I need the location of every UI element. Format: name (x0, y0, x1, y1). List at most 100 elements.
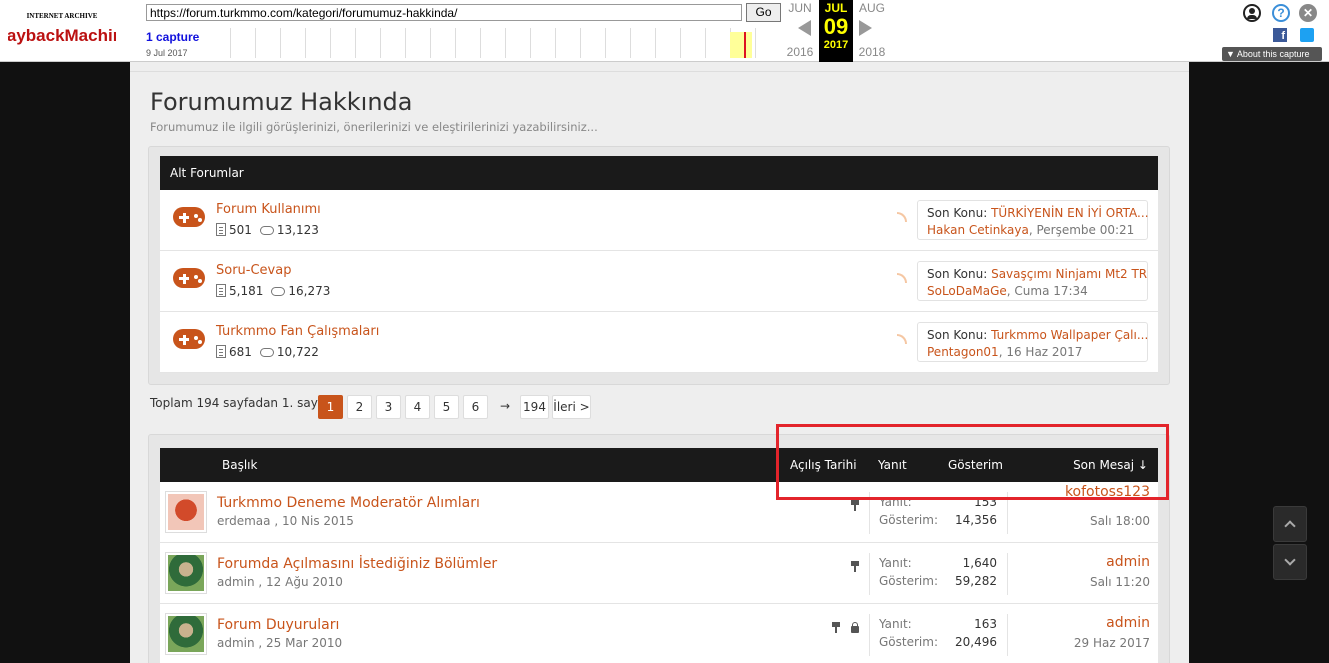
scroll-up-button[interactable] (1273, 506, 1307, 542)
current-day: 09 (823, 14, 849, 39)
thread-count: 681 (229, 345, 252, 359)
avatar[interactable] (165, 552, 207, 594)
threads-icon (216, 345, 226, 358)
svg-text:WaybackMachine: WaybackMachine (8, 26, 116, 45)
subforum-row: Soru-Cevap 5,181 16,273 Son Konu: Savaşçı… (160, 251, 1158, 312)
lock-icon (851, 622, 859, 633)
captures-link[interactable]: 1 capture (146, 30, 199, 44)
wayback-logo[interactable]: INTERNET ARCHIVE WaybackMachine (0, 9, 133, 49)
last-topic-box: Son Konu: Savaşçımı Ninjamı Mt2 TR SoLoD… (917, 261, 1148, 301)
next-month-label[interactable]: AUG (854, 1, 890, 15)
last-topic-link[interactable]: TÜRKİYENİN EN İYİ ORTA... (991, 206, 1148, 220)
page-5-button[interactable]: 5 (434, 395, 459, 419)
gamepad-icon (173, 207, 205, 227)
threads-icon (216, 223, 226, 236)
page-6-button[interactable]: 6 (463, 395, 488, 419)
col-title-header[interactable]: Başlık (222, 458, 257, 472)
current-year: 2017 (823, 39, 849, 51)
sticky-pin-icon (851, 500, 859, 511)
wayback-url-input[interactable]: https://forum.turkmmo.com/kategori/forum… (146, 4, 742, 21)
prev-year-label[interactable]: 2016 (782, 45, 818, 59)
highlight-box (776, 424, 1169, 500)
wayback-toolbar: INTERNET ARCHIVE WaybackMachine https://… (0, 0, 1329, 62)
rss-icon[interactable] (897, 334, 907, 344)
last-topic-label: Son Konu: (927, 328, 988, 342)
forum-page: Forumumuz Hakkında Forumumuz ile ilgili … (130, 62, 1189, 663)
last-time: , Perşembe 00:21 (1028, 223, 1135, 237)
last-page-button[interactable]: 194 (520, 395, 549, 419)
last-topic-label: Son Konu: (927, 267, 988, 281)
close-icon[interactable]: ✕ (1299, 4, 1317, 22)
page-1-button[interactable]: 1 (318, 395, 343, 419)
thread-count: 501 (229, 223, 252, 237)
subforums-header: Alt Forumlar (160, 156, 1158, 190)
sparkline-capture-mark (744, 32, 746, 58)
help-icon[interactable]: ? (1272, 4, 1290, 22)
post-count: 10,722 (276, 345, 319, 359)
page-4-button[interactable]: 4 (405, 395, 430, 419)
last-topic-label: Son Konu: (927, 206, 988, 220)
replies-label: Yanıt: (879, 617, 912, 631)
subforum-link[interactable]: Soru-Cevap (216, 263, 291, 278)
last-user-link[interactable]: SoLoDaMaGe (927, 284, 1007, 298)
pagination-summary: Toplam 194 sayfadan 1. sayfa (150, 396, 330, 410)
thread-title-link[interactable]: Forumda Açılmasını İstediğiniz Bölümler (217, 556, 497, 572)
page-title: Forumumuz Hakkında (150, 88, 413, 116)
last-time: , Cuma 17:34 (1006, 284, 1088, 298)
subforum-link[interactable]: Forum Kullanımı (216, 202, 321, 217)
subforum-stats: 501 13,123 (216, 223, 319, 237)
last-post-time[interactable]: 29 Haz 2017 (1074, 636, 1150, 650)
post-count: 13,123 (276, 223, 319, 237)
next-year-label[interactable]: 2018 (854, 45, 890, 59)
thread-title-link[interactable]: Turkmmo Deneme Moderatör Alımları (217, 495, 480, 511)
last-poster-link[interactable]: admin (1106, 615, 1150, 631)
avatar[interactable] (165, 491, 207, 533)
chevron-up-icon (1284, 520, 1296, 532)
sticky-pin-icon (851, 561, 859, 572)
sticky-pin-icon (832, 622, 840, 633)
last-user-link[interactable]: Hakan Cetinkaya (927, 223, 1029, 237)
last-post-time[interactable]: Salı 11:20 (1090, 575, 1150, 589)
capture-sparkline[interactable] (206, 28, 780, 58)
views-label: Gösterim: (879, 513, 938, 527)
views-label: Gösterim: (879, 574, 938, 588)
avatar[interactable] (165, 613, 207, 655)
subforum-row: Forum Kullanımı 501 13,123 Son Konu: TÜRK… (160, 190, 1158, 251)
subforums-header-label: Alt Forumlar (170, 166, 244, 180)
page-subtitle: Forumumuz ile ilgili görüşlerinizi, öner… (150, 120, 598, 134)
capture-date: 9 Jul 2017 (146, 48, 188, 58)
views-value: 14,356 (955, 513, 997, 527)
prev-month-label[interactable]: JUN (782, 1, 818, 15)
last-user-link[interactable]: Pentagon01 (927, 345, 999, 359)
last-poster-link[interactable]: admin (1106, 554, 1150, 570)
twitter-icon[interactable] (1300, 28, 1314, 42)
facebook-icon[interactable]: f (1273, 28, 1287, 42)
scroll-down-button[interactable] (1273, 544, 1307, 580)
last-post-time[interactable]: Salı 18:00 (1090, 514, 1150, 528)
divider (869, 614, 870, 656)
replies-label: Yanıt: (879, 556, 912, 570)
go-button[interactable]: Go (746, 3, 781, 22)
thread-title-link[interactable]: Forum Duyuruları (217, 617, 339, 633)
last-topic-box: Son Konu: TÜRKİYENİN EN İYİ ORTA... Haka… (917, 200, 1149, 240)
svg-text:INTERNET ARCHIVE: INTERNET ARCHIVE (27, 12, 98, 20)
thread-count: 5,181 (229, 284, 264, 298)
prev-capture-arrow-icon[interactable] (798, 20, 811, 36)
page-3-button[interactable]: 3 (376, 395, 401, 419)
thread-meta: erdemaa , 10 Nis 2015 (217, 514, 354, 528)
last-topic-link[interactable]: Savaşçımı Ninjamı Mt2 TR (991, 267, 1147, 281)
rss-icon[interactable] (897, 212, 907, 222)
last-topic-link[interactable]: Turkmmo Wallpaper Çalı... (991, 328, 1148, 342)
thread-meta: admin , 12 Ağu 2010 (217, 575, 343, 589)
subforum-link[interactable]: Turkmmo Fan Çalışmaları (216, 324, 379, 339)
next-capture-arrow-icon[interactable] (859, 20, 872, 36)
divider (1007, 614, 1008, 656)
thread-meta: admin , 25 Mar 2010 (217, 636, 343, 650)
next-page-button[interactable]: İleri > (552, 395, 591, 419)
account-icon[interactable] (1243, 4, 1261, 22)
views-value: 59,282 (955, 574, 997, 588)
page-2-button[interactable]: 2 (347, 395, 372, 419)
rss-icon[interactable] (897, 273, 907, 283)
gamepad-icon (173, 329, 205, 349)
about-capture-button[interactable]: ▼ About this capture (1222, 47, 1322, 61)
